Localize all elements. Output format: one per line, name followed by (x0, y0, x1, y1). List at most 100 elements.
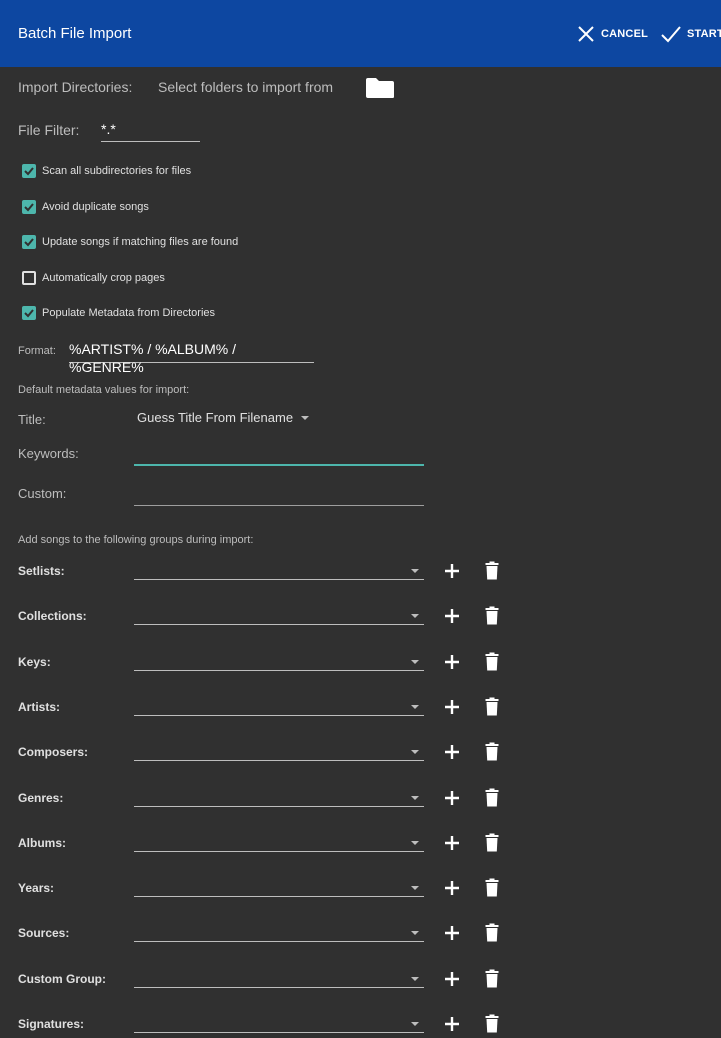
checkbox-unchecked[interactable] (22, 271, 36, 285)
option-label: Update songs if matching files are found (42, 236, 239, 248)
custom-underline (134, 505, 424, 506)
folder-icon[interactable] (365, 77, 395, 99)
delete-icon[interactable] (485, 561, 499, 580)
checkbox-checked[interactable] (22, 164, 36, 178)
delete-icon[interactable] (485, 969, 499, 988)
file-filter-input[interactable]: *.* (101, 121, 200, 142)
check-icon (661, 25, 681, 42)
import-directories-label: Import Directories: (18, 79, 133, 95)
checkmark-icon (24, 309, 34, 318)
group-select-setlists[interactable] (134, 559, 424, 580)
dropdown-caret-icon (411, 931, 419, 935)
add-icon[interactable] (444, 880, 460, 896)
keywords-label: Keywords: (18, 446, 79, 461)
group-select-years[interactable] (134, 876, 424, 897)
custom-label: Custom: (18, 486, 67, 501)
group-select-albums[interactable] (134, 831, 424, 852)
delete-icon[interactable] (485, 833, 499, 852)
option-avoid-duplicates[interactable]: Avoid duplicate songs (22, 199, 149, 215)
option-label: Avoid duplicate songs (42, 201, 149, 213)
add-icon[interactable] (444, 563, 460, 579)
add-icon[interactable] (444, 744, 460, 760)
group-select-genres[interactable] (134, 786, 424, 807)
dropdown-caret-icon (411, 750, 419, 754)
dropdown-caret-icon (301, 415, 310, 420)
dropdown-caret-icon (411, 705, 419, 709)
group-select-keys[interactable] (134, 650, 424, 671)
group-select-composers[interactable] (134, 740, 424, 761)
add-icon[interactable] (444, 699, 460, 715)
title-dropdown[interactable]: Guess Title From Filename (137, 410, 310, 425)
delete-icon[interactable] (485, 878, 499, 897)
option-scan-subdirectories[interactable]: Scan all subdirectories for files (22, 163, 191, 179)
group-label-signatures: Signatures: (18, 1017, 85, 1031)
checkmark-icon (24, 238, 34, 247)
option-auto-crop[interactable]: Automatically crop pages (22, 270, 165, 286)
delete-icon[interactable] (485, 788, 499, 807)
metadata-heading: Default metadata values for import: (18, 384, 190, 396)
checkbox-checked[interactable] (22, 200, 36, 214)
custom-input[interactable] (134, 486, 424, 504)
group-label-collections: Collections: (18, 609, 87, 623)
groups-heading: Add songs to the following groups during… (18, 534, 254, 546)
delete-icon[interactable] (485, 923, 499, 942)
dropdown-caret-icon (411, 977, 419, 981)
group-label-sources: Sources: (18, 926, 70, 940)
delete-icon[interactable] (485, 697, 499, 716)
group-label-artists: Artists: (18, 700, 61, 714)
dropdown-caret-icon (411, 841, 419, 845)
delete-icon[interactable] (485, 652, 499, 671)
keywords-underline (134, 464, 424, 466)
delete-icon[interactable] (485, 1014, 499, 1033)
cancel-button[interactable]: CANCEL (576, 0, 648, 67)
option-populate-metadata[interactable]: Populate Metadata from Directories (22, 305, 215, 321)
add-icon[interactable] (444, 1016, 460, 1032)
title-dropdown-value: Guess Title From Filename (137, 410, 294, 425)
option-update-matching[interactable]: Update songs if matching files are found (22, 234, 238, 250)
checkmark-icon (24, 203, 34, 212)
group-label-composers: Composers: (18, 745, 89, 759)
checkbox-checked[interactable] (22, 235, 36, 249)
title-label: Title: (18, 412, 46, 427)
format-label: Format: (18, 345, 56, 357)
checkmark-icon (24, 167, 34, 176)
option-label: Scan all subdirectories for files (42, 165, 192, 177)
start-label: START (687, 27, 721, 40)
dropdown-caret-icon (411, 796, 419, 800)
group-select-sources[interactable] (134, 921, 424, 942)
app-bar: Batch File Import CANCEL START (0, 0, 721, 67)
dropdown-caret-icon (411, 569, 419, 573)
import-directories-hint[interactable]: Select folders to import from (158, 79, 333, 95)
start-button[interactable]: START (660, 0, 721, 67)
option-label: Automatically crop pages (42, 272, 165, 284)
dropdown-caret-icon (411, 614, 419, 618)
close-icon (578, 25, 594, 42)
group-label-keys: Keys: (18, 655, 51, 669)
delete-icon[interactable] (485, 606, 499, 625)
group-label-albums: Albums: (18, 836, 66, 850)
dropdown-caret-icon (411, 660, 419, 664)
option-label: Populate Metadata from Directories (42, 307, 216, 319)
add-icon[interactable] (444, 971, 460, 987)
group-label-genres: Genres: (18, 791, 64, 805)
add-icon[interactable] (444, 608, 460, 624)
add-icon[interactable] (444, 790, 460, 806)
delete-icon[interactable] (485, 742, 499, 761)
group-select-signatures[interactable] (134, 1012, 424, 1033)
add-icon[interactable] (444, 835, 460, 851)
group-select-collections[interactable] (134, 604, 424, 625)
group-label-custom-group: Custom Group: (18, 972, 106, 986)
checkbox-checked[interactable] (22, 306, 36, 320)
add-icon[interactable] (444, 654, 460, 670)
format-input[interactable]: %ARTIST% / %ALBUM% / %GENRE% (69, 340, 314, 375)
dropdown-caret-icon (411, 1022, 419, 1026)
add-icon[interactable] (444, 925, 460, 941)
group-select-artists[interactable] (134, 695, 424, 716)
group-label-setlists: Setlists: (18, 564, 65, 578)
keywords-input[interactable] (134, 446, 424, 464)
page-title: Batch File Import (18, 25, 132, 42)
cancel-label: CANCEL (601, 27, 649, 40)
dropdown-caret-icon (411, 886, 419, 890)
file-filter-label: File Filter: (18, 122, 80, 138)
group-select-custom-group[interactable] (134, 967, 424, 988)
